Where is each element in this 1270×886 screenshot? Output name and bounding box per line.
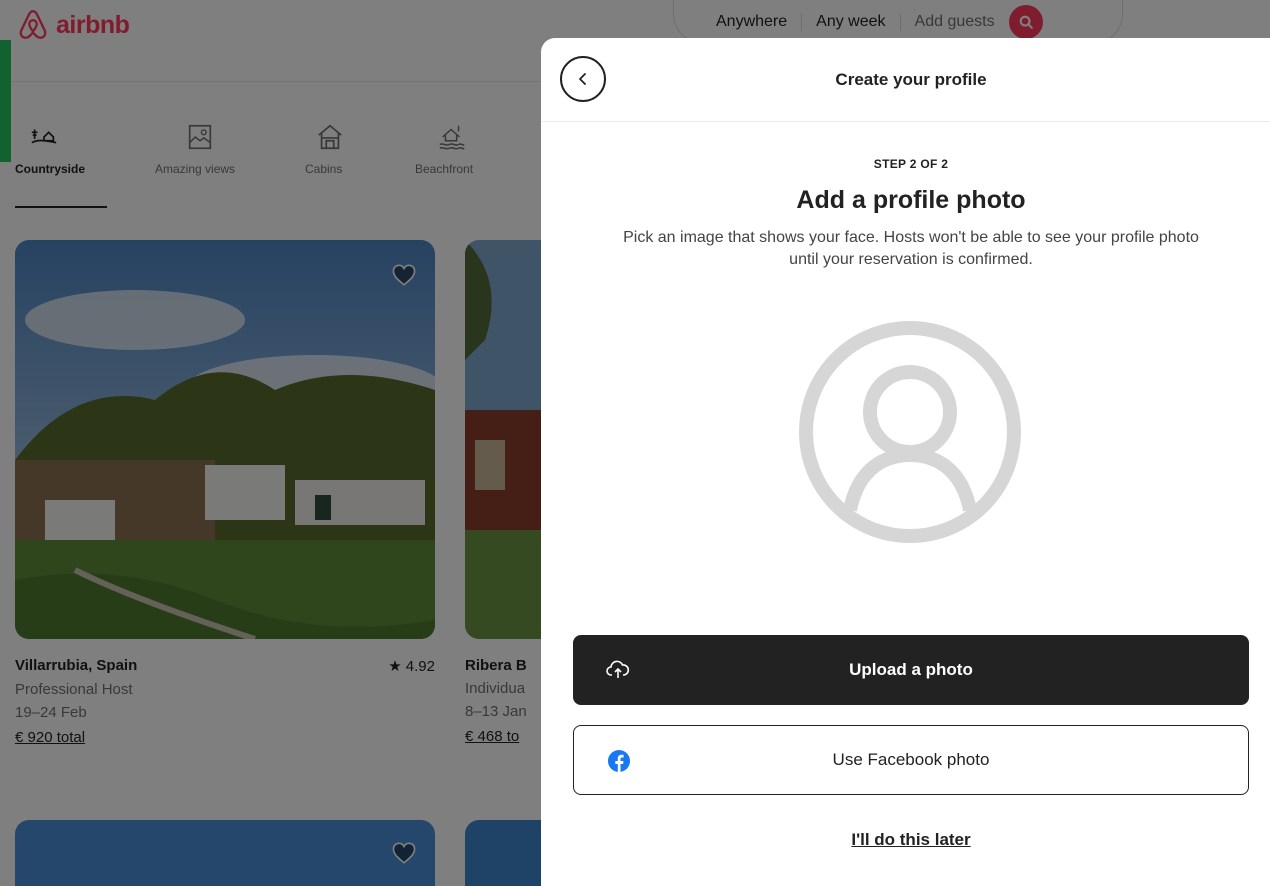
facebook-photo-button[interactable]: Use Facebook photo <box>573 725 1249 795</box>
cloud-upload-icon <box>606 660 630 678</box>
facebook-photo-label: Use Facebook photo <box>832 750 990 769</box>
modal-description: Pick an image that shows your face. Host… <box>623 229 1199 268</box>
page: airbnb Anywhere Any week Add guests Coun… <box>0 0 1270 886</box>
modal-title: Create your profile <box>835 69 987 89</box>
back-button[interactable] <box>560 56 606 102</box>
avatar-placeholder-icon <box>799 321 1021 543</box>
skip-later-link[interactable]: I'll do this later <box>541 830 1270 850</box>
modal-heading: Add a profile photo <box>796 186 1026 214</box>
upload-photo-label: Upload a photo <box>849 660 973 679</box>
modal-header: Create your profile <box>541 38 1270 122</box>
step-indicator: STEP 2 OF 2 <box>873 157 949 171</box>
create-profile-modal: Create your profile STEP 2 OF 2 Add a pr… <box>541 38 1270 886</box>
upload-photo-button[interactable]: Upload a photo <box>573 635 1249 705</box>
chevron-left-icon <box>579 73 586 85</box>
facebook-icon <box>608 750 630 772</box>
